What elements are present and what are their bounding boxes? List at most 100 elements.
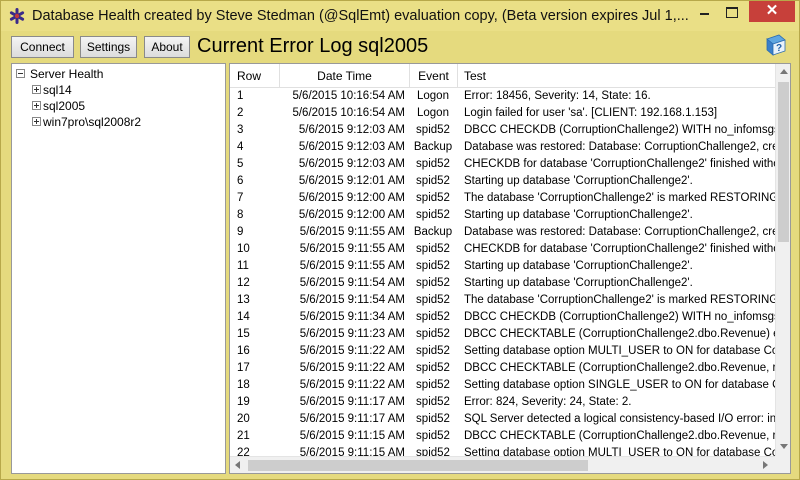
scroll-right-arrow-icon[interactable] <box>763 461 768 469</box>
cell-date-time: 5/6/2015 9:11:22 AM <box>299 345 405 357</box>
cell-row-number: 11 <box>237 260 249 272</box>
table-row[interactable]: 16 5/6/2015 9:11:22 AM spid52 Setting datab… <box>230 344 775 361</box>
table-row[interactable]: 15 5/6/2015 9:11:23 AM spid52 DBCC CHECKTAB… <box>230 327 775 344</box>
title-bar[interactable]: Database Health created by Steve Stedman… <box>1 1 799 31</box>
cell-event: Backup <box>413 141 453 153</box>
cell-event: spid52 <box>416 243 450 255</box>
cell-row-number: 2 <box>237 107 244 119</box>
cell-test: Starting up database 'CorruptionChalleng… <box>464 209 693 221</box>
horizontal-scrollbar[interactable] <box>230 456 775 473</box>
grid-rows: 1 5/6/2015 10:16:54 AM Logon Error: 18456, … <box>230 89 775 456</box>
table-row[interactable]: 2 5/6/2015 10:16:54 AM Logon Login failed f… <box>230 106 775 123</box>
cell-test: Setting database option MULTI_USER to ON… <box>464 447 775 456</box>
cell-test: The database 'CorruptionChallenge2' is m… <box>464 192 775 204</box>
cell-date-time: 5/6/2015 10:16:54 AM <box>292 107 405 119</box>
scroll-left-arrow-icon[interactable] <box>235 461 240 469</box>
expand-toggle-icon[interactable] <box>32 101 41 110</box>
settings-button[interactable]: Settings <box>80 36 137 58</box>
table-row[interactable]: 13 5/6/2015 9:11:54 AM spid52 The database … <box>230 293 775 310</box>
table-row[interactable]: 7 5/6/2015 9:12:00 AM spid52 The database '… <box>230 191 775 208</box>
cell-event: Logon <box>417 107 449 119</box>
table-row[interactable]: 20 5/6/2015 9:11:17 AM spid52 SQL Server de… <box>230 412 775 429</box>
cell-event: spid52 <box>416 413 450 425</box>
maximize-button[interactable] <box>718 2 745 22</box>
cell-event: spid52 <box>416 124 450 136</box>
cell-row-number: 3 <box>237 124 244 136</box>
minimize-button[interactable] <box>691 2 718 22</box>
table-row[interactable]: 5 5/6/2015 9:12:03 AM spid52 CHECKDB for da… <box>230 157 775 174</box>
cell-date-time: 5/6/2015 9:11:54 AM <box>299 277 405 289</box>
cell-row-number: 18 <box>237 379 250 391</box>
cell-test: DBCC CHECKDB (CorruptionChallenge2) WITH… <box>464 311 775 323</box>
table-row[interactable]: 18 5/6/2015 9:11:22 AM spid52 Setting datab… <box>230 378 775 395</box>
cell-row-number: 13 <box>237 294 250 306</box>
cell-test: Setting database option SINGLE_USER to O… <box>464 379 775 391</box>
scroll-up-arrow-icon[interactable] <box>780 69 788 74</box>
cell-test: DBCC CHECKTABLE (CorruptionChallenge2.db… <box>464 362 775 374</box>
cell-event: spid52 <box>416 328 450 340</box>
table-row[interactable]: 10 5/6/2015 9:11:55 AM spid52 CHECKDB for d… <box>230 242 775 259</box>
cell-test: DBCC CHECKTABLE (CorruptionChallenge2.db… <box>464 430 775 442</box>
cell-event: spid52 <box>416 260 450 272</box>
cell-test: Login failed for user 'sa'. [CLIENT: 192… <box>464 107 718 119</box>
server-tree[interactable]: Server Health sql14 sql2005 win7pro\sql2… <box>11 63 226 474</box>
cell-date-time: 5/6/2015 9:12:03 AM <box>298 158 405 170</box>
close-button[interactable]: ✕ <box>749 1 795 22</box>
table-row[interactable]: 1 5/6/2015 10:16:54 AM Logon Error: 18456, … <box>230 89 775 106</box>
about-button[interactable]: About <box>144 36 190 58</box>
collapse-toggle-icon[interactable] <box>16 69 25 78</box>
table-row[interactable]: 14 5/6/2015 9:11:34 AM spid52 DBCC CHECKDB … <box>230 310 775 327</box>
column-header-row[interactable]: Row <box>230 64 280 88</box>
cell-row-number: 15 <box>237 328 250 340</box>
table-row[interactable]: 8 5/6/2015 9:12:00 AM spid52 Starting up da… <box>230 208 775 225</box>
cell-event: spid52 <box>416 192 450 204</box>
cell-row-number: 22 <box>237 447 250 456</box>
cell-date-time: 5/6/2015 9:11:34 AM <box>299 311 405 323</box>
error-log-grid[interactable]: Row Date Time Event Test 1 5/6/2015 10:16… <box>229 63 791 474</box>
cell-row-number: 12 <box>237 277 250 289</box>
cell-row-number: 14 <box>237 311 250 323</box>
cell-row-number: 21 <box>237 430 250 442</box>
scroll-down-arrow-icon[interactable] <box>780 444 788 449</box>
column-header-test[interactable]: Test <box>458 64 775 88</box>
cell-date-time: 5/6/2015 9:11:15 AM <box>299 447 405 456</box>
table-row[interactable]: 3 5/6/2015 9:12:03 AM spid52 DBCC CHECKDB (… <box>230 123 775 140</box>
cell-date-time: 5/6/2015 9:12:03 AM <box>298 124 405 136</box>
table-row[interactable]: 11 5/6/2015 9:11:55 AM spid52 Starting up d… <box>230 259 775 276</box>
cell-date-time: 5/6/2015 9:12:00 AM <box>298 209 405 221</box>
table-row[interactable]: 6 5/6/2015 9:12:01 AM spid52 Starting up da… <box>230 174 775 191</box>
vertical-scroll-thumb[interactable] <box>778 82 789 242</box>
cell-event: spid52 <box>416 396 450 408</box>
cell-test: Setting database option MULTI_USER to ON… <box>464 345 775 357</box>
asterisk-app-icon <box>9 8 25 24</box>
cell-date-time: 5/6/2015 9:12:00 AM <box>298 192 405 204</box>
expand-toggle-icon[interactable] <box>32 85 41 94</box>
expand-toggle-icon[interactable] <box>32 117 41 126</box>
cell-row-number: 7 <box>237 192 244 204</box>
column-header-event[interactable]: Event <box>410 64 458 88</box>
cell-date-time: 5/6/2015 9:12:03 AM <box>298 141 405 153</box>
cell-test: Database was restored: Database: Corrupt… <box>464 141 775 153</box>
table-row[interactable]: 9 5/6/2015 9:11:55 AM Backup Database was r… <box>230 225 775 242</box>
cell-date-time: 5/6/2015 9:11:22 AM <box>299 362 405 374</box>
svg-text:?: ? <box>776 43 782 54</box>
cell-row-number: 9 <box>237 226 244 238</box>
column-header-date-time[interactable]: Date Time <box>280 64 410 88</box>
connect-button[interactable]: Connect <box>11 36 74 58</box>
tree-label-root: Server Health <box>30 67 104 81</box>
table-row[interactable]: 21 5/6/2015 9:11:15 AM spid52 DBCC CHECKTAB… <box>230 429 775 446</box>
table-row[interactable]: 17 5/6/2015 9:11:22 AM spid52 DBCC CHECKTAB… <box>230 361 775 378</box>
tree-label: sql14 <box>43 83 72 97</box>
table-row[interactable]: 19 5/6/2015 9:11:17 AM spid52 Error: 824, S… <box>230 395 775 412</box>
cell-event: Backup <box>413 226 453 238</box>
table-row[interactable]: 22 5/6/2015 9:11:15 AM spid52 Setting datab… <box>230 446 775 456</box>
table-row[interactable]: 4 5/6/2015 9:12:03 AM Backup Database was r… <box>230 140 775 157</box>
help-book-icon[interactable]: ? <box>764 33 788 57</box>
tree-label: win7pro\sql2008r2 <box>43 115 142 129</box>
cell-row-number: 8 <box>237 209 244 221</box>
cell-date-time: 5/6/2015 9:11:22 AM <box>299 379 405 391</box>
cell-event: Logon <box>417 90 449 102</box>
vertical-scrollbar[interactable] <box>775 64 790 456</box>
table-row[interactable]: 12 5/6/2015 9:11:54 AM spid52 Starting up d… <box>230 276 775 293</box>
horizontal-scroll-thumb[interactable] <box>248 460 588 471</box>
